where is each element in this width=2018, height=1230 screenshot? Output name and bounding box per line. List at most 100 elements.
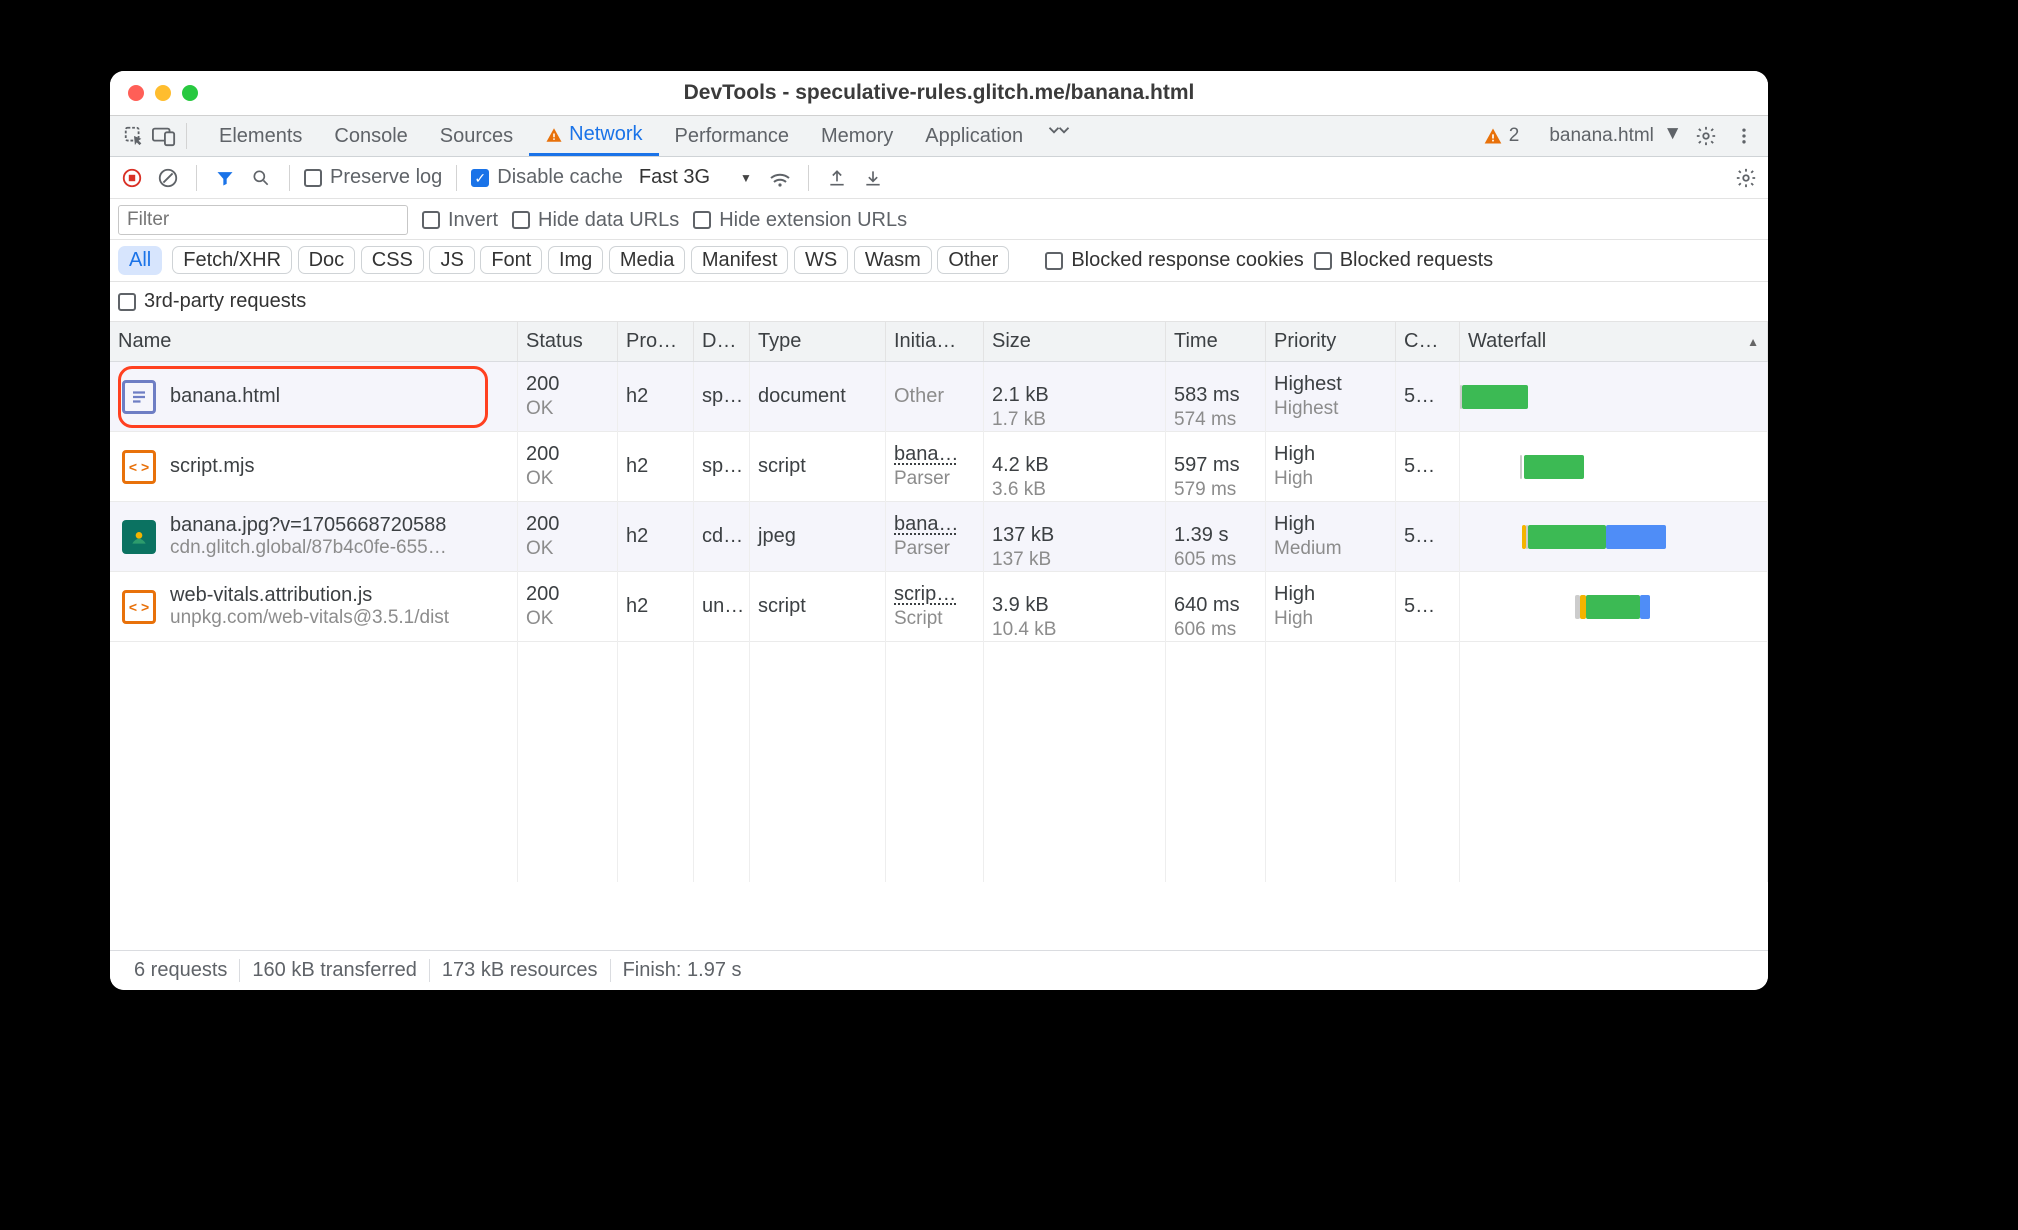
context-selector[interactable]: banana.html ▼ bbox=[1549, 125, 1682, 147]
invert-label: Invert bbox=[448, 209, 498, 232]
search-icon[interactable] bbox=[247, 164, 275, 192]
record-button[interactable] bbox=[118, 164, 146, 192]
chip-all[interactable]: All bbox=[118, 246, 162, 275]
minimize-window-button[interactable] bbox=[155, 85, 171, 101]
inspect-element-icon[interactable] bbox=[120, 122, 148, 150]
request-type-filter: All Fetch/XHR Doc CSS JS Font Img Media … bbox=[110, 240, 1768, 282]
column-header[interactable]: Status bbox=[518, 322, 618, 361]
column-header[interactable]: Initia… bbox=[886, 322, 984, 361]
chip-wasm[interactable]: Wasm bbox=[854, 246, 932, 274]
device-toolbar-icon[interactable] bbox=[150, 122, 178, 150]
chip-js[interactable]: JS bbox=[429, 246, 474, 274]
request-name: banana.jpg?v=1705668720588 bbox=[170, 514, 447, 537]
chip-media[interactable]: Media bbox=[609, 246, 685, 274]
panel-tab-sources[interactable]: Sources bbox=[424, 116, 529, 156]
throttling-value: Fast 3G bbox=[639, 166, 710, 189]
document-icon bbox=[122, 380, 156, 414]
network-table: NameStatusPro…D…TypeInitia…SizeTimePrior… bbox=[110, 322, 1768, 882]
third-party-checkbox[interactable]: 3rd-party requests bbox=[118, 290, 306, 313]
zoom-window-button[interactable] bbox=[182, 85, 198, 101]
settings-icon[interactable] bbox=[1692, 122, 1720, 150]
invert-checkbox[interactable]: Invert bbox=[422, 209, 498, 232]
vertical-separator bbox=[186, 123, 187, 149]
chip-ws[interactable]: WS bbox=[794, 246, 848, 274]
issues-count: 2 bbox=[1509, 125, 1520, 147]
panel-tab-application[interactable]: Application bbox=[909, 116, 1039, 156]
column-header[interactable]: C… bbox=[1396, 322, 1460, 361]
filter-input[interactable] bbox=[118, 205, 408, 235]
preserve-log-label: Preserve log bbox=[330, 166, 442, 189]
vertical-separator bbox=[196, 165, 197, 191]
column-header[interactable]: Type bbox=[750, 322, 886, 361]
disable-cache-checkbox[interactable]: ✓Disable cache bbox=[471, 166, 623, 189]
image-icon bbox=[122, 520, 156, 554]
column-header[interactable]: Size bbox=[984, 322, 1166, 361]
third-party-row: 3rd-party requests bbox=[110, 282, 1768, 322]
panel-tab-elements[interactable]: Elements bbox=[203, 116, 318, 156]
filter-bar: Invert Hide data URLs Hide extension URL… bbox=[110, 199, 1768, 240]
table-row[interactable]: < >web-vitals.attribution.jsunpkg.com/we… bbox=[110, 572, 1768, 642]
column-header[interactable]: D… bbox=[694, 322, 750, 361]
preserve-log-checkbox[interactable]: Preserve log bbox=[304, 166, 442, 189]
table-row[interactable]: < >script.mjs200OKh2sp…scriptbana…Parser… bbox=[110, 432, 1768, 502]
chip-other[interactable]: Other bbox=[937, 246, 1009, 274]
blocked-cookies-checkbox[interactable]: Blocked response cookies bbox=[1045, 249, 1303, 272]
table-row[interactable]: banana.jpg?v=1705668720588cdn.glitch.glo… bbox=[110, 502, 1768, 572]
panel-tab-network[interactable]: Network bbox=[529, 116, 658, 156]
panel-tab-console[interactable]: Console bbox=[318, 116, 423, 156]
status-finish: Finish: 1.97 s bbox=[611, 959, 754, 982]
status-requests: 6 requests bbox=[122, 959, 240, 982]
vertical-separator bbox=[289, 165, 290, 191]
panel-tab-strip: ElementsConsoleSourcesNetworkPerformance… bbox=[110, 115, 1768, 157]
network-conditions-icon[interactable] bbox=[766, 164, 794, 192]
window-titlebar: DevTools - speculative-rules.glitch.me/b… bbox=[110, 71, 1768, 115]
table-row[interactable]: banana.html200OKh2sp…documentOther2.1 kB… bbox=[110, 362, 1768, 432]
issues-counter[interactable]: 2 bbox=[1483, 125, 1520, 147]
column-header[interactable]: Name bbox=[110, 322, 518, 361]
waterfall-cell bbox=[1460, 572, 1767, 641]
request-name: web-vitals.attribution.js bbox=[170, 584, 449, 607]
more-tabs-icon[interactable] bbox=[1045, 116, 1073, 144]
blocked-requests-label: Blocked requests bbox=[1340, 249, 1493, 272]
chip-fetchxhr[interactable]: Fetch/XHR bbox=[172, 246, 292, 274]
chip-img[interactable]: Img bbox=[548, 246, 603, 274]
hide-data-urls-checkbox[interactable]: Hide data URLs bbox=[512, 209, 679, 232]
hide-extension-urls-label: Hide extension URLs bbox=[719, 209, 907, 232]
column-header[interactable]: Priority bbox=[1266, 322, 1396, 361]
waterfall-cell bbox=[1460, 362, 1767, 431]
waterfall-cell bbox=[1460, 502, 1767, 571]
blocked-cookies-label: Blocked response cookies bbox=[1071, 249, 1303, 272]
third-party-label: 3rd-party requests bbox=[144, 290, 306, 313]
blocked-requests-checkbox[interactable]: Blocked requests bbox=[1314, 249, 1493, 272]
clear-button[interactable] bbox=[154, 164, 182, 192]
chip-css[interactable]: CSS bbox=[361, 246, 424, 274]
column-header[interactable]: Waterfall▲ bbox=[1460, 322, 1768, 361]
table-header: NameStatusPro…D…TypeInitia…SizeTimePrior… bbox=[110, 322, 1768, 362]
status-bar: 6 requests 160 kB transferred 173 kB res… bbox=[110, 950, 1768, 990]
vertical-separator bbox=[808, 165, 809, 191]
network-settings-icon[interactable] bbox=[1732, 164, 1760, 192]
import-har-icon[interactable] bbox=[859, 164, 887, 192]
hide-extension-urls-checkbox[interactable]: Hide extension URLs bbox=[693, 209, 907, 232]
chip-manifest[interactable]: Manifest bbox=[691, 246, 789, 274]
disable-cache-label: Disable cache bbox=[497, 166, 623, 189]
filter-icon[interactable] bbox=[211, 164, 239, 192]
chip-doc[interactable]: Doc bbox=[298, 246, 356, 274]
waterfall-cell bbox=[1460, 432, 1767, 501]
script-icon: < > bbox=[122, 590, 156, 624]
panel-tab-memory[interactable]: Memory bbox=[805, 116, 909, 156]
close-window-button[interactable] bbox=[128, 85, 144, 101]
column-header[interactable]: Time bbox=[1166, 322, 1266, 361]
script-icon: < > bbox=[122, 450, 156, 484]
request-name: script.mjs bbox=[170, 455, 254, 478]
chip-font[interactable]: Font bbox=[480, 246, 542, 274]
status-resources: 173 kB resources bbox=[430, 959, 611, 982]
network-toolbar: Preserve log ✓Disable cache Fast 3G ▼ bbox=[110, 157, 1768, 199]
throttling-selector[interactable]: Fast 3G ▼ bbox=[639, 166, 752, 189]
devtools-window: DevTools - speculative-rules.glitch.me/b… bbox=[110, 71, 1768, 990]
kebab-menu-icon[interactable] bbox=[1730, 122, 1758, 150]
export-har-icon[interactable] bbox=[823, 164, 851, 192]
panel-tab-performance[interactable]: Performance bbox=[659, 116, 806, 156]
status-transferred: 160 kB transferred bbox=[240, 959, 430, 982]
column-header[interactable]: Pro… bbox=[618, 322, 694, 361]
